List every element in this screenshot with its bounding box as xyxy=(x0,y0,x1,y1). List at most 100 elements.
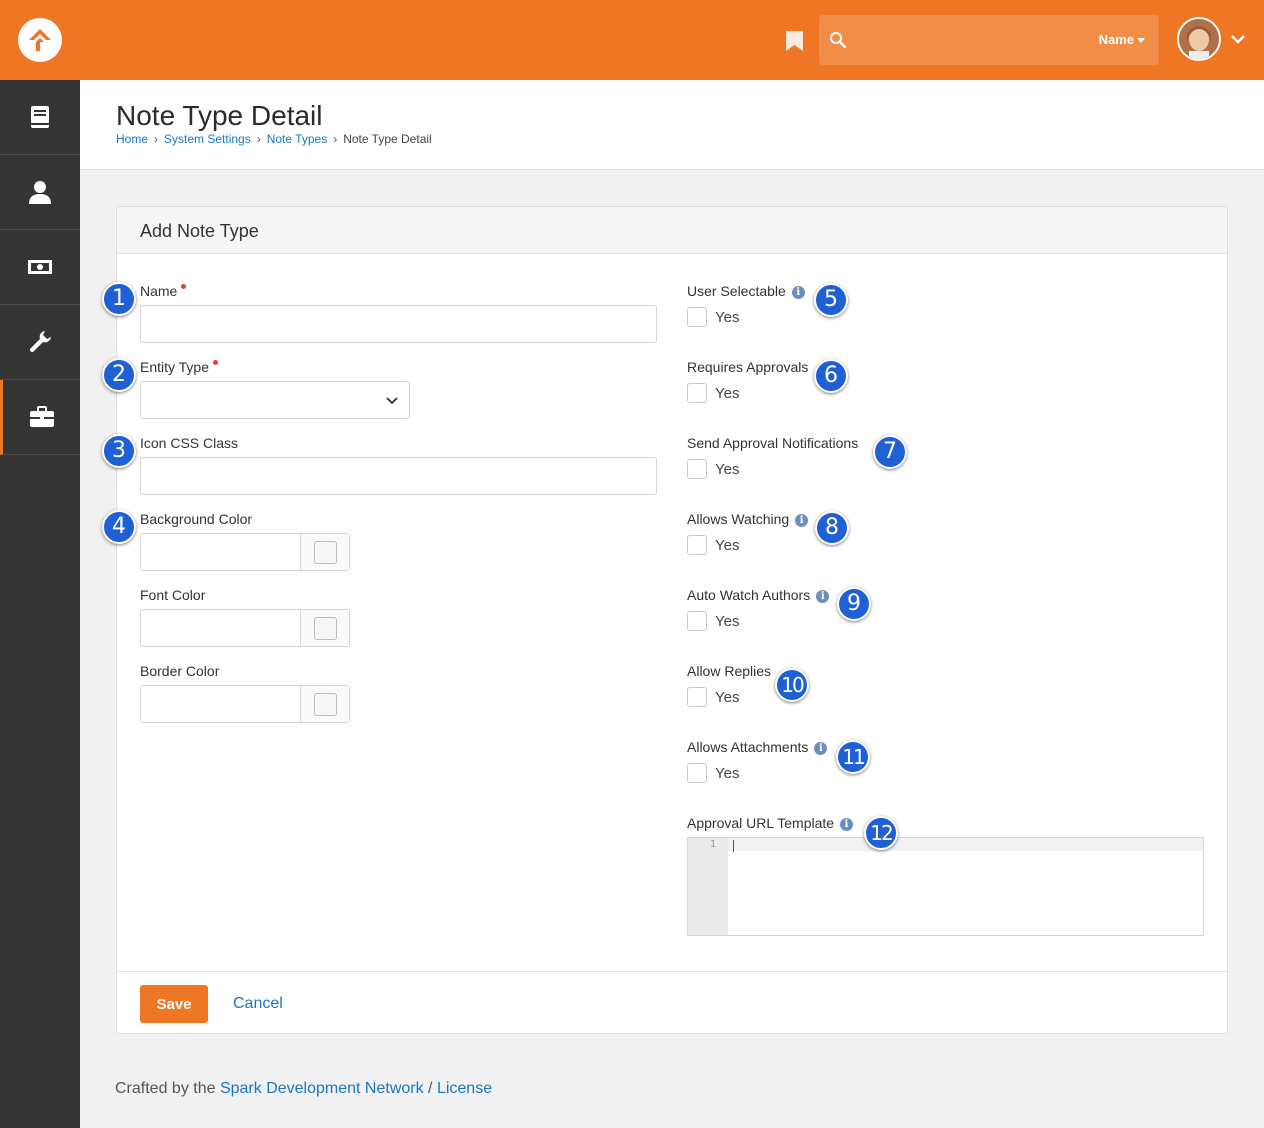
info-icon[interactable]: i xyxy=(795,514,809,527)
sidebar-item-tools[interactable] xyxy=(0,305,80,380)
allows-watching-checkbox[interactable]: Yes xyxy=(687,535,739,555)
info-icon[interactable]: i xyxy=(791,286,805,299)
sidebar-item-finance[interactable] xyxy=(0,230,80,305)
allow-replies-label: Allow Replies xyxy=(687,663,772,679)
cancel-button[interactable]: Cancel xyxy=(233,995,283,1013)
annotation-badge: 9 xyxy=(837,587,871,621)
top-bar: Name xyxy=(0,0,1264,80)
rock-logo[interactable] xyxy=(18,18,62,62)
breadcrumb-system-settings[interactable]: System Settings xyxy=(164,132,251,146)
avatar[interactable] xyxy=(1177,17,1221,61)
background-color-label: Background Color xyxy=(140,511,253,527)
briefcase-icon xyxy=(29,406,54,427)
required-indicator xyxy=(213,360,219,365)
color-swatch xyxy=(314,541,337,564)
chevron-down-icon[interactable] xyxy=(1230,31,1246,47)
font-color-picker[interactable] xyxy=(140,609,350,647)
avatar-image xyxy=(1179,19,1219,59)
requires-approvals-checkbox[interactable]: Yes xyxy=(687,383,739,403)
annotation-badge: 10 xyxy=(775,668,809,702)
checkbox-label: Yes xyxy=(715,688,740,706)
sidebar-item-admin[interactable] xyxy=(0,380,80,455)
checkbox[interactable] xyxy=(687,307,707,327)
save-button[interactable]: Save xyxy=(140,985,208,1023)
breadcrumb: Home › System Settings › Note Types › No… xyxy=(116,132,432,146)
breadcrumb-note-types[interactable]: Note Types xyxy=(267,132,327,146)
checkbox-label: Yes xyxy=(715,764,740,782)
checkbox[interactable] xyxy=(687,763,707,783)
allow-replies-checkbox[interactable]: Yes xyxy=(687,687,739,707)
info-icon[interactable]: i xyxy=(816,590,830,603)
search-filter-dropdown[interactable]: Name xyxy=(1099,32,1145,47)
background-color-picker[interactable] xyxy=(140,533,350,571)
auto-watch-authors-checkbox[interactable]: Yes xyxy=(687,611,739,631)
footer-separator: / xyxy=(428,1080,433,1097)
icon-css-class-input[interactable] xyxy=(140,457,657,495)
page-title: Note Type Detail xyxy=(116,100,323,131)
annotation-badge: 5 xyxy=(814,283,848,317)
entity-type-select[interactable] xyxy=(140,381,410,419)
sidebar xyxy=(0,80,80,1128)
editor-cursor xyxy=(733,840,734,852)
checkbox[interactable] xyxy=(687,383,707,403)
annotation-badge: 12 xyxy=(864,816,898,850)
page-footer: Crafted by the Spark Development Network… xyxy=(115,1080,492,1098)
checkbox[interactable] xyxy=(687,611,707,631)
border-color-label: Border Color xyxy=(140,663,220,679)
editor-active-line xyxy=(728,838,1203,851)
name-input[interactable] xyxy=(140,305,657,343)
panel-footer: Save Cancel xyxy=(117,971,1227,1033)
page-header: Note Type Detail Home › System Settings … xyxy=(80,80,1264,170)
color-swatch xyxy=(314,693,337,716)
search-filter-label: Name xyxy=(1098,32,1134,47)
entity-type-label: Entity Type xyxy=(140,359,219,375)
bookmark-icon[interactable] xyxy=(785,30,804,52)
sidebar-item-book[interactable] xyxy=(0,80,80,155)
annotation-badge: 11 xyxy=(836,740,870,774)
annotation-badge: 1 xyxy=(102,282,136,316)
checkbox-label: Yes xyxy=(715,308,740,326)
color-addon[interactable] xyxy=(300,610,349,646)
search-bar: Name xyxy=(819,15,1159,65)
chevron-right-icon: › xyxy=(154,132,159,146)
annotation-badge: 2 xyxy=(102,358,136,392)
color-addon[interactable] xyxy=(300,686,349,722)
wrench-icon xyxy=(29,331,51,353)
annotation-badge: 4 xyxy=(102,510,136,544)
user-selectable-checkbox[interactable]: Yes xyxy=(687,307,739,327)
approval-url-template-editor[interactable]: 1 xyxy=(687,837,1204,936)
sidebar-item-people[interactable] xyxy=(0,155,80,230)
requires-approvals-label: Requires Approvals xyxy=(687,359,809,375)
info-icon[interactable]: i xyxy=(814,742,828,755)
license-link[interactable]: License xyxy=(437,1080,492,1097)
chevron-down-icon xyxy=(386,397,398,405)
breadcrumb-current: Note Type Detail xyxy=(343,132,432,146)
color-addon[interactable] xyxy=(300,534,349,570)
approval-url-template-label: Approval URL Template i xyxy=(687,815,854,831)
spark-link[interactable]: Spark Development Network xyxy=(220,1080,424,1097)
checkbox[interactable] xyxy=(687,459,707,479)
border-color-picker[interactable] xyxy=(140,685,350,723)
checkbox-label: Yes xyxy=(715,384,740,402)
panel-title: Add Note Type xyxy=(117,207,1227,254)
info-icon[interactable]: i xyxy=(840,818,854,831)
checkbox[interactable] xyxy=(687,535,707,555)
person-icon xyxy=(29,181,51,204)
note-type-panel: Add Note Type Name Entity Type Icon CSS … xyxy=(102,206,1228,1034)
allows-attachments-label: Allows Attachments i xyxy=(687,739,828,755)
footer-prefix: Crafted by the xyxy=(115,1080,216,1097)
annotation-badge: 8 xyxy=(815,511,849,545)
allows-attachments-checkbox[interactable]: Yes xyxy=(687,763,739,783)
checkbox-label: Yes xyxy=(715,460,740,478)
auto-watch-authors-label: Auto Watch Authors i xyxy=(687,587,830,603)
annotation-badge: 7 xyxy=(873,435,907,469)
send-approval-notifications-checkbox[interactable]: Yes xyxy=(687,459,739,479)
search-input[interactable] xyxy=(857,25,1087,55)
font-color-label: Font Color xyxy=(140,587,206,603)
caret-down-icon xyxy=(1137,38,1145,44)
required-indicator xyxy=(181,284,187,289)
allows-watching-label: Allows Watching i xyxy=(687,511,809,527)
breadcrumb-home[interactable]: Home xyxy=(116,132,148,146)
checkbox[interactable] xyxy=(687,687,707,707)
checkbox-label: Yes xyxy=(715,612,740,630)
